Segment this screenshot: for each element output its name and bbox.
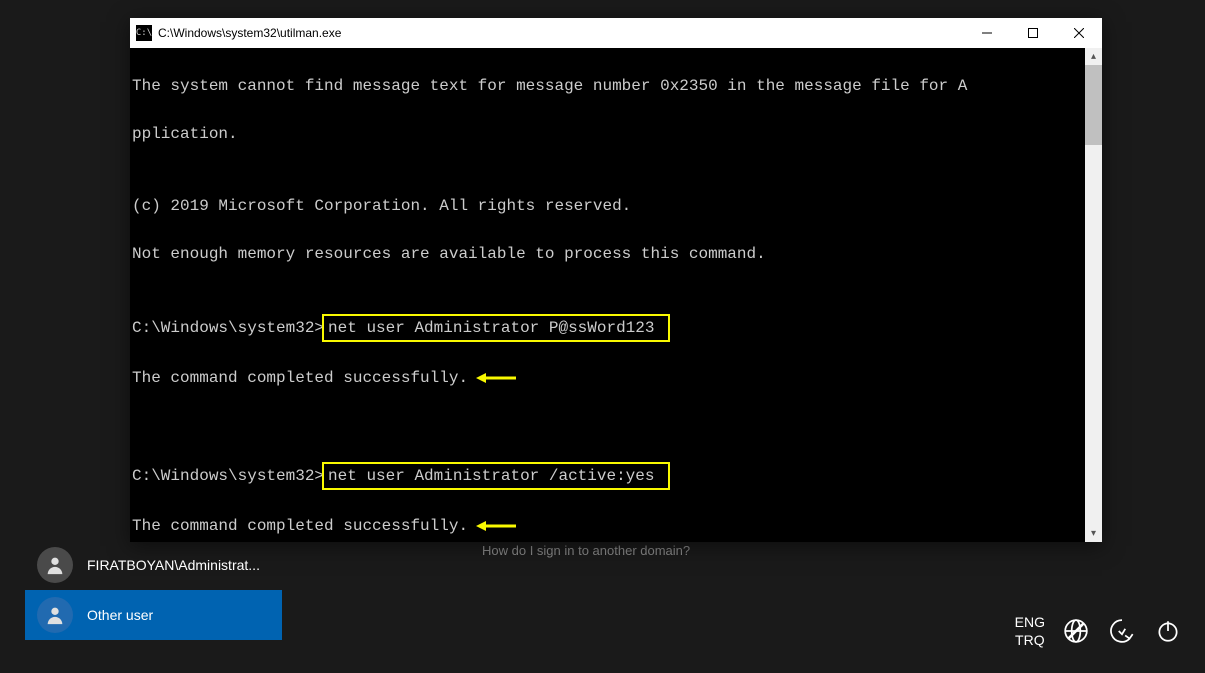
title-bar[interactable]: C:\ C:\Windows\system32\utilman.exe — [130, 18, 1102, 48]
language-switcher[interactable]: ENG TRQ — [1015, 613, 1045, 649]
console-text: The command completed successfully. — [132, 517, 468, 535]
cmd-icon: C:\ — [136, 25, 152, 41]
scroll-track[interactable] — [1085, 65, 1102, 525]
console-output[interactable]: The system cannot find message text for … — [130, 48, 1102, 542]
scroll-thumb[interactable] — [1085, 65, 1102, 145]
user-label: Other user — [87, 607, 153, 623]
vertical-scrollbar[interactable]: ▴ ▾ — [1085, 48, 1102, 542]
language-primary: ENG — [1015, 613, 1045, 631]
close-button[interactable] — [1056, 18, 1102, 48]
ease-of-access-icon[interactable] — [1107, 616, 1137, 646]
user-tile-other-user[interactable]: Other user — [25, 590, 282, 640]
window-title: C:\Windows\system32\utilman.exe — [158, 26, 964, 40]
domain-signin-hint: How do I sign in to another domain? — [482, 543, 690, 558]
user-tile-administrator[interactable]: FIRATBOYAN\Administrat... — [25, 540, 282, 590]
annotation-arrow-icon — [476, 520, 516, 532]
console-text: The system cannot find message text for … — [132, 77, 967, 95]
user-avatar-icon — [37, 597, 73, 633]
network-icon[interactable] — [1061, 616, 1091, 646]
console-text: pplication. — [132, 125, 238, 143]
console-prompt: C:\Windows\system32> — [132, 319, 324, 337]
user-account-list: FIRATBOYAN\Administrat... Other user — [25, 540, 282, 640]
annotation-arrow-icon — [476, 372, 516, 384]
power-icon[interactable] — [1153, 616, 1183, 646]
cmd-window: C:\ C:\Windows\system32\utilman.exe The … — [130, 18, 1102, 542]
scroll-down-button[interactable]: ▾ — [1085, 525, 1102, 542]
console-prompt: C:\Windows\system32> — [132, 467, 324, 485]
user-label: FIRATBOYAN\Administrat... — [87, 557, 260, 573]
scroll-up-button[interactable]: ▴ — [1085, 48, 1102, 65]
console-text: The command completed successfully. — [132, 369, 468, 387]
console-text: Not enough memory resources are availabl… — [132, 245, 766, 263]
console-text: (c) 2019 Microsoft Corporation. All righ… — [132, 197, 631, 215]
minimize-button[interactable] — [964, 18, 1010, 48]
highlighted-command: net user Administrator P@ssWord123 — [322, 314, 670, 342]
system-tray: ENG TRQ — [1015, 613, 1183, 649]
highlighted-command: net user Administrator /active:yes — [322, 462, 670, 490]
language-secondary: TRQ — [1015, 631, 1045, 649]
user-avatar-icon — [37, 547, 73, 583]
maximize-button[interactable] — [1010, 18, 1056, 48]
